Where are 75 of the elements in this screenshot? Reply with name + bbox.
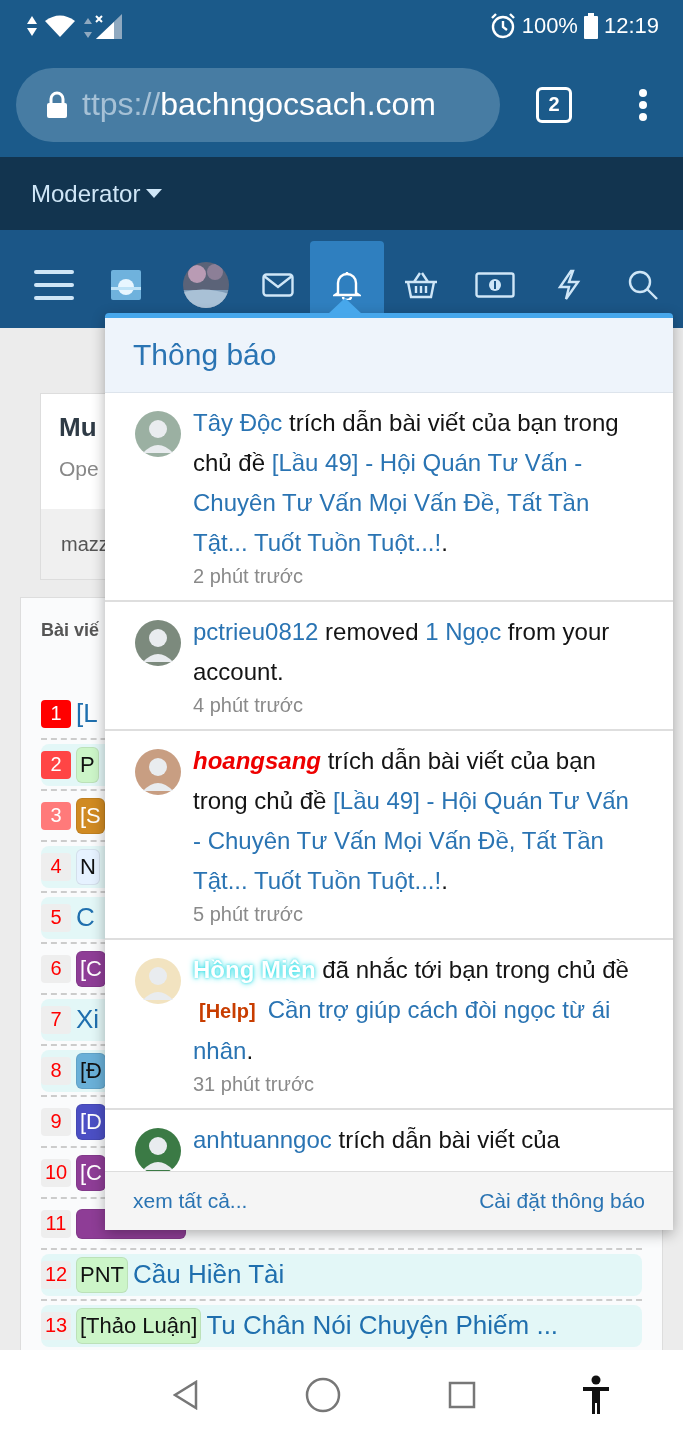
wifi-icon [44,14,76,38]
caret-icon [146,188,163,199]
bell-icon [333,269,361,300]
timestamp: 2 phút trước [193,565,304,588]
notification-text: anhtuanngoc trích dẫn bài viết của [193,1125,561,1155]
alarm-icon [489,13,516,39]
back-button[interactable] [173,1380,200,1410]
tag: [C [76,1154,106,1191]
popup-title: Thông báo [133,338,277,372]
search-icon [627,268,659,301]
tag: [Thảo Luận] [76,1307,202,1344]
banknote-icon [475,271,515,298]
tag: P [76,746,99,783]
rank-badge: 8 [41,1056,71,1085]
tag: PNT [76,1256,128,1293]
rank-badge: 7 [41,1005,71,1034]
clock: 12:19 [603,13,659,39]
accessibility-button[interactable] [581,1375,610,1415]
home-button[interactable] [305,1377,342,1413]
battery-percentage: 100% [521,13,578,39]
user-link[interactable]: anhtuanngoc [193,1126,332,1153]
view-all-link[interactable]: xem tất cả... [133,1189,248,1213]
rank-badge: 1 [41,699,71,728]
notification-text: Tây Độc trích dẫn bài viết của bạn trong chủ đề [Lầu 49] - Hội Quán Tư Vấn - Chuyên Tư Vấn Mọi Vấn Đề, Tất Tần Tật... Tuốt Tuồn Tuột...!. [193,408,620,558]
tag: [D [76,1103,106,1140]
mail-icon [262,272,294,297]
menu-icon [34,268,74,301]
notification-text: hoangsang trích dẫn bài viết của bạn trong chủ đề [Lầu 49] - Hội Quán Tư Vấn - Chuyên Tư Vấn Mọi Vấn Đề, Tất Tần Tật... Tuốt Tuồn Tuột...!. [193,746,630,896]
thread-link[interactable]: Tu Chân Nói Chuyện Phiếm ... [206,1310,559,1341]
data-arrows-icon [26,14,38,38]
user-link[interactable]: Tây Độc [193,409,283,436]
recents-button[interactable] [447,1381,476,1409]
rank-badge: 5 [41,903,71,932]
address-bar[interactable]: ttps://bachngocsach.com [16,67,500,142]
lock-icon [46,90,68,119]
battery-icon [583,13,598,39]
tag: [C [76,950,106,987]
avatar [135,958,181,1004]
url-text: ttps://bachngocsach.com [82,86,436,123]
notification-text: pctrieu0812 removed 1 Ngọc from your account. [193,617,611,687]
avatar [135,749,181,795]
timestamp: 5 phút trước [193,903,304,926]
card-title: Mu [59,412,97,443]
notification-text: Hồng Miên đã nhắc tới bạn trong chủ đề [Help] Cần trợ giúp cách đòi ngọc từ ái nhân. [193,955,630,1066]
rank-badge: 4 [41,852,71,881]
avatar [135,411,181,457]
notification-settings-link[interactable]: Cài đặt thông báo [479,1189,645,1213]
card-subtitle: Ope [59,457,99,481]
rank-badge: 6 [41,954,71,983]
more-menu-icon[interactable] [638,88,648,121]
tag: N [76,848,100,885]
rank-badge: 11 [41,1209,71,1238]
rank-badge: 10 [41,1158,71,1187]
rank-badge: 12 [41,1260,71,1289]
tag: [S [76,797,105,834]
user-link[interactable]: pctrieu0812 [193,618,319,645]
thread-link[interactable]: Xi [76,1004,100,1035]
tag: [Đ [76,1052,106,1089]
moderator-menu[interactable]: Moderator [31,179,163,208]
rank-badge: 2 [41,750,71,779]
basket-icon [403,270,439,299]
thread-link[interactable]: C [76,902,95,933]
panel-title: Bài viế [41,620,100,641]
avatar [135,620,181,666]
timestamp: 31 phút trước [193,1073,315,1096]
timestamp: 4 phút trước [193,694,304,717]
rank-badge: 9 [41,1107,71,1136]
signal-icon [82,12,124,40]
rank-badge: 13 [41,1311,71,1340]
thread-link[interactable]: [L [76,698,98,729]
tab-count[interactable]: 2 [536,86,572,123]
user-link[interactable]: hoangsang [193,747,321,774]
rank-badge: 3 [41,801,71,830]
thread-link[interactable]: Cầu Hiền Tài [133,1259,285,1290]
lightning-icon [556,268,582,301]
